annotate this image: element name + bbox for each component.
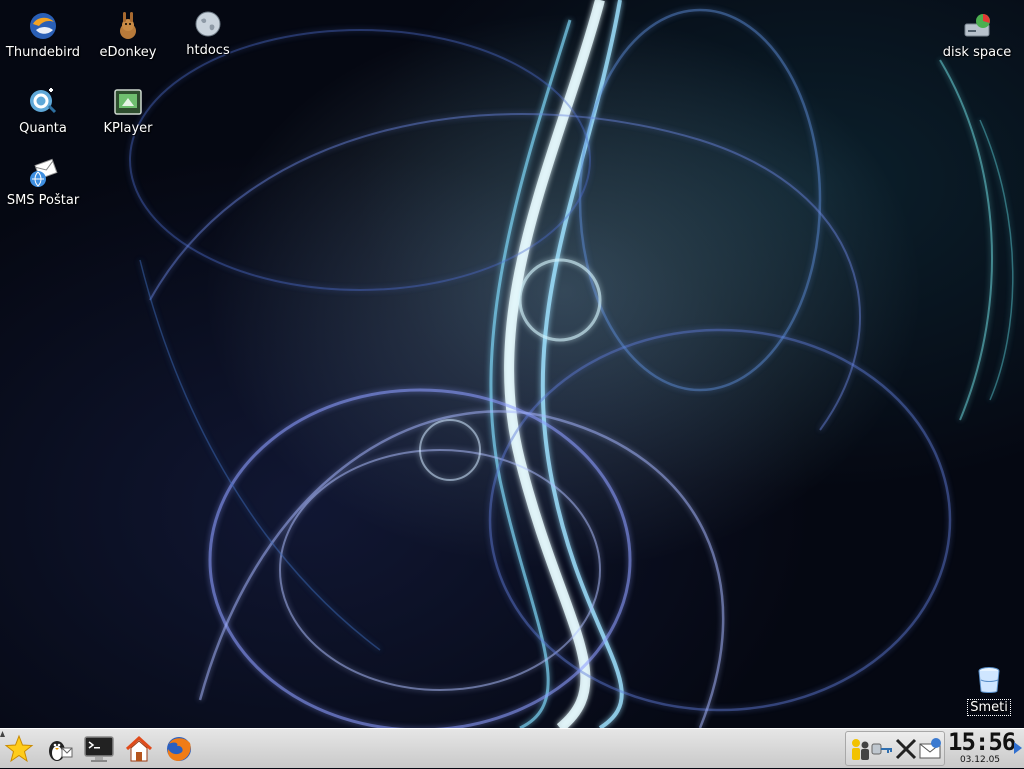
star-icon	[4, 734, 34, 763]
trash-icon	[978, 667, 1000, 693]
clock[interactable]: 15:56 03.12.05	[948, 728, 1016, 769]
desktop-icon-label: SMS Poštar	[6, 193, 80, 208]
tray-users[interactable]	[848, 736, 872, 762]
globe-folder-icon	[195, 11, 221, 37]
kopete-launcher[interactable]	[42, 732, 76, 766]
desktop-icon-quanta[interactable]: Quanta	[0, 86, 86, 136]
desktop-icon-label: Quanta	[19, 121, 67, 136]
tray-mail[interactable]	[918, 736, 942, 762]
desktop-icon-label: KPlayer	[103, 121, 153, 136]
desktop-icon-disk-space[interactable]: disk space	[934, 10, 1020, 60]
firefox-launcher[interactable]	[162, 732, 196, 766]
terminal-icon	[84, 736, 114, 762]
tray-x[interactable]	[894, 736, 918, 762]
x-icon	[895, 738, 917, 760]
network-key-icon	[871, 743, 892, 755]
desktop-icon-label: Smeti	[967, 699, 1011, 716]
quanta-icon	[30, 88, 57, 114]
firefox-icon	[167, 737, 191, 761]
desktop-icon-edonkey[interactable]: eDonkey	[85, 10, 171, 60]
desktop-icon-label: Thundebird	[5, 45, 81, 60]
tray-network[interactable]	[870, 736, 894, 762]
clock-date: 03.12.05	[959, 755, 1001, 765]
penguin-icon	[49, 741, 73, 761]
home-launcher[interactable]	[122, 732, 156, 766]
konsole-launcher[interactable]	[82, 732, 116, 766]
clock-time: 15:56	[948, 728, 1016, 756]
desktop[interactable]: Thundebird eDonkey htdocs Quanta KPlayer…	[0, 0, 1024, 728]
kplayer-icon	[114, 89, 142, 115]
taskbar: 15:56 03.12.05	[0, 728, 1024, 768]
edonkey-icon	[120, 12, 136, 39]
desktop-icon-kplayer[interactable]: KPlayer	[85, 86, 171, 136]
kmenu-button[interactable]	[2, 732, 36, 766]
desktop-icon-trash[interactable]: Smeti	[946, 664, 1024, 716]
desktop-icon-thunderbird[interactable]: Thundebird	[0, 10, 86, 60]
arrow-right-icon	[1014, 742, 1022, 754]
desktop-icon-label: eDonkey	[99, 45, 157, 60]
disk-space-icon	[964, 14, 990, 37]
home-icon	[125, 735, 153, 762]
users-icon	[852, 739, 869, 760]
sms-postar-icon	[30, 158, 58, 187]
panel-hide-button[interactable]	[1013, 737, 1023, 759]
system-tray	[845, 731, 945, 766]
mail-icon	[919, 738, 941, 759]
desktop-icon-label: htdocs	[186, 43, 230, 58]
desktop-icon-htdocs[interactable]: htdocs	[165, 8, 251, 58]
desktop-icon-label: disk space	[942, 45, 1012, 60]
thunderbird-icon	[30, 13, 56, 39]
desktop-icon-sms-postar[interactable]: SMS Poštar	[0, 158, 86, 208]
